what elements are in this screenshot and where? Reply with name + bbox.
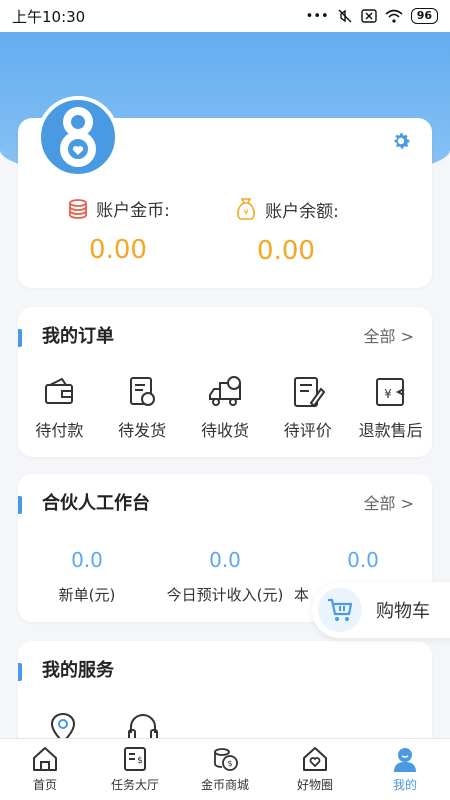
- stat-label: 今日预计收入(元): [166, 586, 284, 604]
- orders-card: 我的订单 全部 > 待付款 待发货 待收货 待评价 ¥ 退款售后: [18, 307, 432, 457]
- review-icon: [293, 377, 325, 408]
- shopping-cart-button[interactable]: 购物车: [312, 582, 450, 638]
- svg-text:$: $: [137, 756, 143, 766]
- mute-icon: [338, 9, 352, 23]
- home-icon: [33, 747, 57, 771]
- services-title: 我的服务: [42, 660, 114, 681]
- stat-value: 0.0: [209, 548, 241, 572]
- order-refund-aftersale[interactable]: ¥ 退款售后: [351, 375, 431, 441]
- balance-value: 0.00: [257, 236, 315, 266]
- orders-title: 我的订单: [42, 326, 114, 347]
- order-item-label: 待收货: [200, 421, 249, 440]
- coins-label: 账户金币:: [96, 201, 170, 221]
- profile-icon: [394, 748, 416, 772]
- orders-header: 我的订单 全部 >: [18, 307, 432, 363]
- avatar[interactable]: [37, 96, 119, 178]
- partner-stat-today-income[interactable]: 0.0 今日预计收入(元): [156, 548, 294, 605]
- order-pending-shipment[interactable]: 待发货: [102, 375, 182, 441]
- order-status-row: 待付款 待发货 待收货 待评价 ¥ 退款售后: [18, 375, 432, 441]
- app-logo-icon: [60, 107, 96, 167]
- partner-title: 合伙人工作台: [42, 493, 150, 514]
- tab-task-hall[interactable]: $ 任务大厅: [90, 739, 180, 800]
- wifi-icon: [385, 9, 403, 23]
- partner-stat-new-orders[interactable]: 0.0 新单(元): [18, 548, 156, 605]
- tab-label: 首页: [32, 778, 57, 792]
- status-icons: ••• 96: [306, 8, 438, 24]
- status-time: 上午10:30: [12, 7, 86, 26]
- partner-header: 合伙人工作台 全部 >: [18, 474, 432, 530]
- order-item-label: 待付款: [35, 421, 84, 440]
- status-bar: 上午10:30 ••• 96: [0, 0, 450, 32]
- svg-text:¥: ¥: [384, 387, 392, 401]
- balance-block[interactable]: ¥ 账户余额: 0.00: [196, 196, 376, 266]
- coins-value: 0.00: [89, 235, 147, 265]
- order-item-label: 待发货: [118, 421, 167, 440]
- tab-home[interactable]: 首页: [0, 739, 90, 800]
- cart-label: 购物车: [376, 601, 430, 622]
- coin-mall-icon: $: [214, 748, 238, 771]
- tab-mine[interactable]: 我的: [360, 739, 450, 800]
- order-pending-payment[interactable]: 待付款: [19, 375, 99, 441]
- shipping-doc-icon: [130, 377, 156, 406]
- coin-stack-icon: [69, 198, 88, 219]
- order-item-label: 退款售后: [358, 421, 423, 440]
- tab-label: 任务大厅: [110, 778, 159, 792]
- orders-view-all-link[interactable]: 全部 >: [364, 323, 415, 347]
- coins-block[interactable]: 账户金币: 0.00: [28, 196, 208, 265]
- sim-icon: [360, 9, 377, 23]
- order-pending-review[interactable]: 待评价: [268, 375, 348, 441]
- dots-icon: •••: [305, 8, 329, 24]
- refund-icon: ¥: [375, 378, 405, 406]
- tab-good-things[interactable]: 好物圈: [270, 739, 360, 800]
- cart-icon: [328, 598, 353, 621]
- battery-indicator: 96: [410, 8, 438, 24]
- stat-value: 0.0: [71, 548, 103, 572]
- svg-text:$: $: [227, 759, 232, 768]
- cart-icon-wrap: [318, 588, 362, 632]
- order-pending-receipt[interactable]: 待收货: [185, 375, 265, 441]
- tab-label: 金币商城: [200, 778, 249, 792]
- tab-coin-mall[interactable]: $ 金币商城: [180, 739, 270, 800]
- settings-gear-icon[interactable]: [390, 130, 412, 152]
- money-bag-icon: ¥: [237, 198, 256, 220]
- tab-label: 我的: [392, 778, 417, 792]
- balance-label: 账户余额:: [265, 201, 339, 222]
- bottom-tab-bar: 首页 $ 任务大厅 $ 金币商城 好物圈 我的: [0, 738, 450, 800]
- svg-text:¥: ¥: [244, 208, 249, 217]
- wallet-icon: [45, 377, 74, 404]
- task-icon: $: [124, 747, 146, 771]
- partner-view-all-link[interactable]: 全部 >: [364, 490, 415, 514]
- stat-label: 新单(元): [58, 586, 116, 604]
- stat-value: 0.0: [347, 548, 379, 572]
- good-things-icon: [303, 747, 327, 771]
- order-item-label: 待评价: [283, 421, 332, 440]
- services-header: 我的服务: [18, 641, 432, 697]
- truck-icon: [208, 376, 241, 406]
- tab-label: 好物圈: [296, 778, 333, 792]
